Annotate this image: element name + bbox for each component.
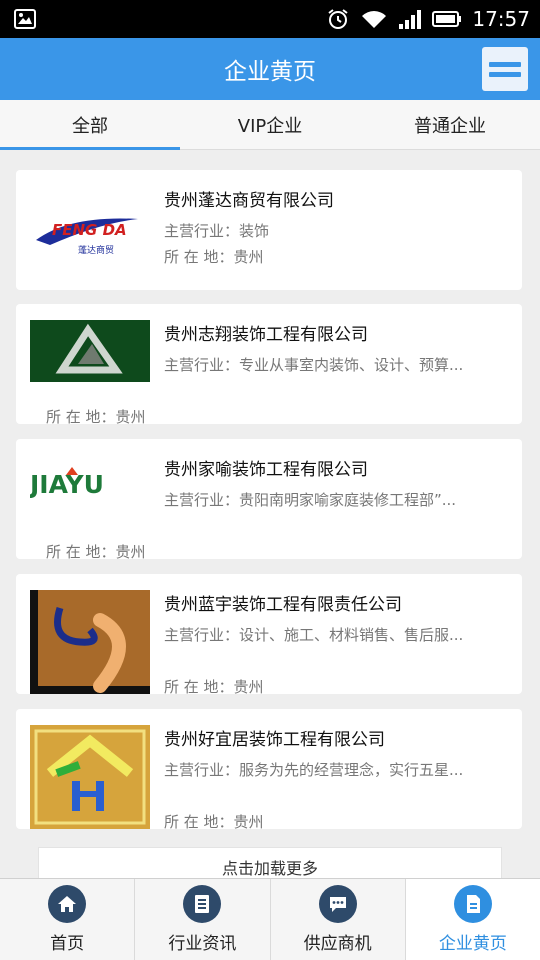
company-location: 所 在 地：贵州 [164,248,264,266]
battery-icon [432,11,462,27]
home-icon [48,885,87,923]
company-card[interactable]: JIAYU 贵州家喻装饰工程有限公司 主营行业：贵阳南明家喻家庭装修工程部”..… [16,439,522,559]
status-bar: 17:57 [0,0,540,38]
company-location: 所 在 地：贵州 [164,813,264,829]
nav-supply[interactable]: 供应商机 [271,879,406,960]
company-logo-text: FENG DA [52,221,127,239]
signal-icon [399,10,422,29]
nav-label: 供应商机 [303,934,372,954]
alarm-icon [328,9,348,29]
company-card[interactable]: FENG DA 蓬达商贸 贵州蓬达商贸有限公司 主营行业：装饰 所 在 地：贵州 [16,170,522,290]
nav-label: 企业黄页 [438,934,507,954]
company-name: 贵州蓬达商贸有限公司 [164,191,334,211]
nav-yellow-pages[interactable]: 企业黄页 [405,879,540,960]
image-notification-icon [14,9,36,29]
nav-industry-news[interactable]: 行业资讯 [135,879,271,960]
company-name: 贵州蓝宇装饰工程有限责任公司 [164,595,402,615]
menu-icon [489,61,521,67]
bottom-nav: 首页 行业资讯 供应商机 企业黄页 [0,878,540,960]
file-icon [453,885,492,923]
company-industry: 主营行业：专业从事室内装饰、设计、预算... [164,356,464,374]
company-name: 贵州家喻装饰工程有限公司 [164,460,368,480]
company-logo [30,725,150,829]
company-logo [30,320,150,382]
company-industry: 主营行业：设计、施工、材料销售、售后服... [164,626,464,644]
company-card[interactable]: 贵州志翔装饰工程有限公司 主营行业：专业从事室内装饰、设计、预算... 所 在 … [16,304,522,424]
tab-regular[interactable]: 普通企业 [360,100,540,149]
status-time: 17:57 [472,7,530,31]
company-name: 贵州好宜居装饰工程有限公司 [164,730,385,750]
page-title: 企业黄页 [224,59,316,85]
company-logo: FENG DA 蓬达商贸 [30,185,150,275]
nav-label: 行业资讯 [168,934,237,954]
wifi-icon [362,11,387,28]
app-header: 企业黄页 [0,38,540,100]
tab-vip[interactable]: VIP企业 [180,100,360,149]
category-tabs: 全部 VIP企业 普通企业 [0,100,540,150]
company-logo: JIAYU [28,449,150,509]
company-logo [30,590,150,694]
tab-all[interactable]: 全部 [0,100,180,150]
nav-home[interactable]: 首页 [0,879,136,960]
company-location: 所 在 地：贵州 [46,408,146,424]
company-card[interactable]: 贵州蓝宇装饰工程有限责任公司 主营行业：设计、施工、材料销售、售后服... 所 … [16,574,522,694]
company-location: 所 在 地：贵州 [46,543,146,559]
menu-button[interactable] [482,47,528,91]
chat-icon [318,885,357,923]
company-industry: 主营行业：贵阳南明家喻家庭装修工程部”... [164,491,457,509]
company-location: 所 在 地：贵州 [164,678,264,694]
svg-text:蓬达商贸: 蓬达商贸 [78,244,114,256]
company-industry: 主营行业：服务为先的经营理念，实行五星... [164,761,464,779]
company-industry: 主营行业：装饰 [164,222,270,240]
company-name: 贵州志翔装饰工程有限公司 [164,325,368,345]
nav-label: 首页 [50,934,85,954]
company-card[interactable]: 贵州好宜居装饰工程有限公司 主营行业：服务为先的经营理念，实行五星... 所 在… [16,709,522,829]
document-icon [183,885,222,923]
